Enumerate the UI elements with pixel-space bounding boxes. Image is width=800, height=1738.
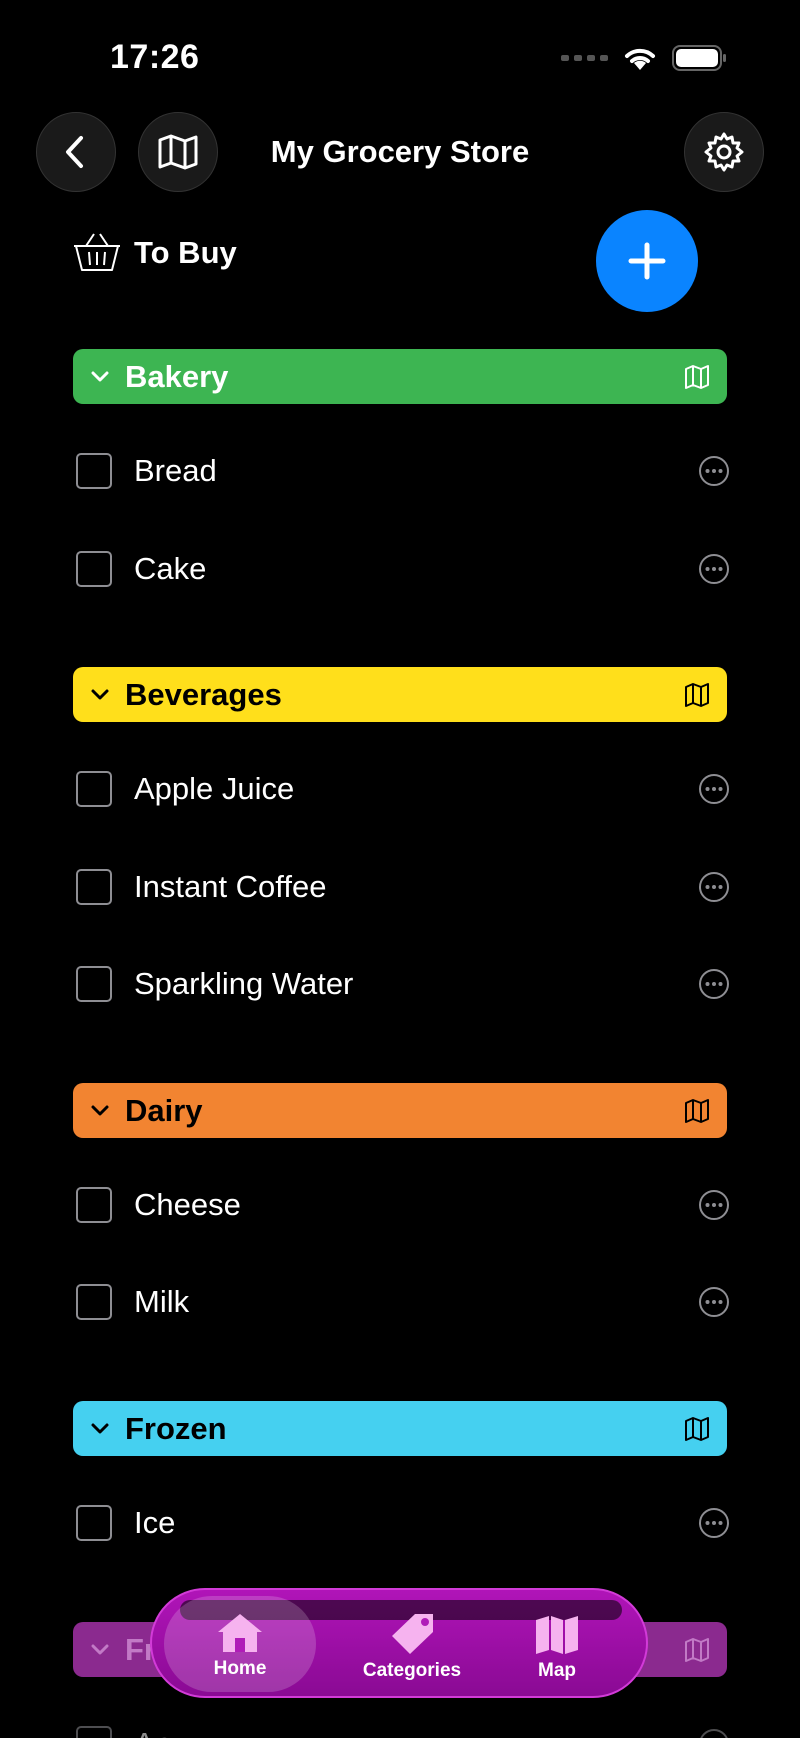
more-options-icon[interactable] [698, 1507, 730, 1539]
house-icon [218, 1614, 262, 1652]
category-name: Beverages [125, 676, 282, 712]
item-checkbox[interactable] [76, 771, 112, 807]
gear-icon [704, 132, 744, 172]
chevron-down-icon [89, 684, 111, 706]
chevron-down-icon [89, 1418, 111, 1440]
list-item: Milk [76, 1272, 730, 1332]
page-title: My Grocery Store [270, 134, 530, 169]
map-icon[interactable] [683, 681, 711, 709]
list-item: Ice [76, 1493, 730, 1553]
tab-home[interactable]: Home [164, 1596, 316, 1692]
map-icon [536, 1616, 578, 1654]
to-buy-header: To Buy [72, 232, 237, 274]
category-name: Frozen [125, 1410, 227, 1446]
list-item: Sparkling Water [76, 954, 730, 1014]
tab-label: Categories [362, 1660, 462, 1681]
list-item: Cake [76, 539, 730, 599]
item-checkbox[interactable] [76, 1284, 112, 1320]
to-buy-label: To Buy [134, 235, 237, 270]
cellular-signal-icon [561, 55, 608, 61]
list-item: Cheese [76, 1175, 730, 1235]
more-options-icon[interactable] [698, 455, 730, 487]
item-checkbox[interactable] [76, 966, 112, 1002]
category-header-frozen[interactable]: Frozen [73, 1401, 727, 1456]
item-name: Milk [134, 1284, 190, 1319]
nav-bar: My Grocery Store [0, 112, 800, 194]
tab-label: Home [213, 1658, 267, 1679]
category-header-beverages[interactable]: Beverages [73, 667, 727, 722]
status-icons [561, 44, 728, 72]
more-options-icon[interactable] [698, 1728, 730, 1738]
tab-label: Map [538, 1660, 576, 1681]
item-checkbox[interactable] [76, 551, 112, 587]
more-options-icon[interactable] [698, 968, 730, 1000]
more-options-icon[interactable] [698, 1189, 730, 1221]
tab-categories[interactable]: Categories [332, 1590, 492, 1696]
tab-map[interactable]: Map [482, 1590, 632, 1696]
chevron-down-icon [89, 1100, 111, 1122]
category-header-bakery[interactable]: Bakery [73, 349, 727, 404]
wifi-icon [625, 48, 655, 70]
item-checkbox[interactable] [76, 1187, 112, 1223]
item-name: Instant Coffee [134, 869, 327, 904]
item-name: Cake [134, 551, 207, 586]
more-options-icon[interactable] [698, 553, 730, 585]
category-name: Bakery [125, 358, 229, 394]
list-item: Instant Coffee [76, 857, 730, 917]
item-checkbox[interactable] [76, 1505, 112, 1541]
item-checkbox[interactable] [76, 453, 112, 489]
category-header-dairy[interactable]: Dairy [73, 1083, 727, 1138]
item-checkbox[interactable] [76, 1726, 112, 1738]
tab-bar: Home Categories Map [150, 1588, 648, 1698]
list-item: Apple Juice [76, 759, 730, 819]
item-name: Apple Juice [134, 771, 295, 806]
more-options-icon[interactable] [698, 773, 730, 805]
settings-button[interactable] [684, 112, 764, 192]
tag-icon [392, 1614, 433, 1654]
more-options-icon[interactable] [698, 1286, 730, 1318]
list-item: Ap [76, 1714, 730, 1738]
plus-icon [628, 242, 666, 280]
map-icon[interactable] [683, 1097, 711, 1125]
battery-icon [672, 45, 726, 71]
item-name: Ice [134, 1505, 176, 1540]
map-icon[interactable] [683, 363, 711, 391]
chevron-down-icon [89, 366, 111, 388]
category-name: Dairy [125, 1092, 203, 1128]
add-item-button[interactable] [596, 210, 698, 312]
more-options-icon[interactable] [698, 871, 730, 903]
item-name: Sparkling Water [134, 966, 354, 1001]
item-name: Cheese [134, 1187, 241, 1222]
status-time: 17:26 [110, 38, 200, 76]
status-bar: 17:26 [0, 0, 800, 110]
item-checkbox[interactable] [76, 869, 112, 905]
list-item: Bread [76, 441, 730, 501]
basket-icon [74, 233, 120, 271]
map-icon[interactable] [683, 1636, 711, 1664]
map-icon[interactable] [683, 1415, 711, 1443]
item-name: Ap [134, 1726, 172, 1738]
chevron-down-icon [89, 1639, 111, 1661]
item-name: Bread [134, 453, 217, 488]
